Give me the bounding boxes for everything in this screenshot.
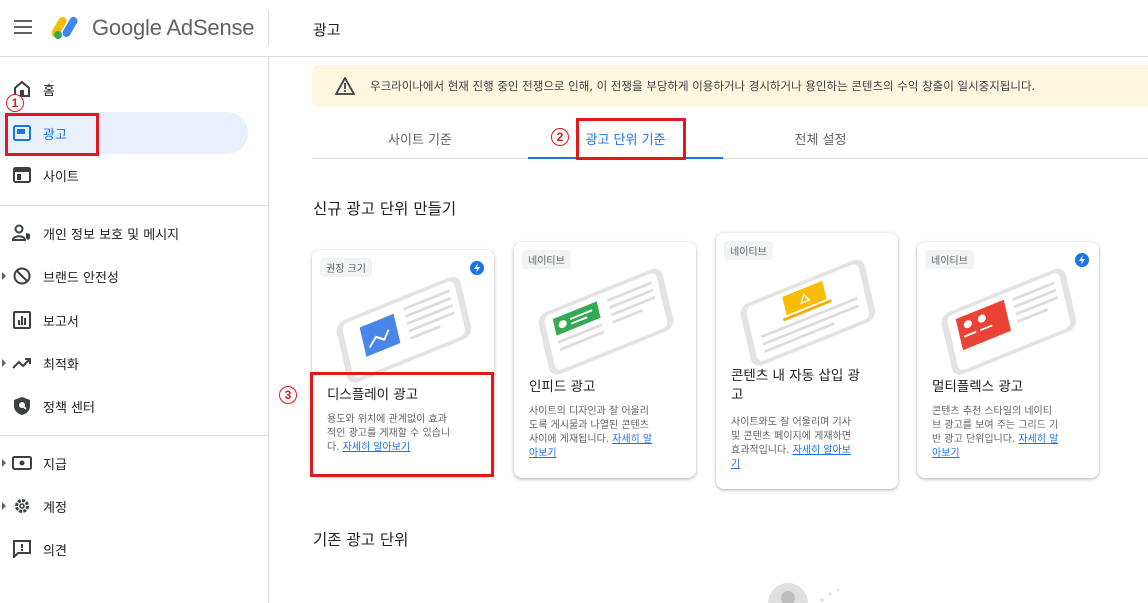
in-article-ads-name: 콘텐츠 내 자동 삽입 광 고 xyxy=(731,367,886,405)
page-title: 광고 xyxy=(313,21,341,39)
expand-caret-icon[interactable] xyxy=(2,272,6,280)
expand-caret-icon[interactable] xyxy=(2,502,6,510)
new-ad-units-title: 신규 광고 단위 만들기 xyxy=(313,200,457,218)
annotation-step-1: 1 xyxy=(6,94,24,112)
sidebar-item-optimization[interactable]: 최적화 xyxy=(0,342,248,384)
sidebar-item-label: 의견 xyxy=(43,543,67,559)
description-line: 브 광고를 보여 주는 그리드 기 xyxy=(932,420,1059,431)
war-content-alert: 우크라이나에서 현재 진행 중인 전쟁으로 인해, 이 전쟁을 부당하게 이용하… xyxy=(312,65,1148,107)
annotation-box-ads-menu xyxy=(5,113,99,156)
sidebar-item-label: 홈 xyxy=(43,83,55,99)
description-line: 사이트와도 잘 어울리며 기사 xyxy=(731,417,851,428)
brand-name: Google AdSense xyxy=(92,15,255,40)
description-line: 및 콘텐츠 페이지에 게재하면 xyxy=(731,431,851,442)
existing-ad-units-title: 기존 광고 단위 xyxy=(313,531,409,549)
learn-more-link-continued[interactable]: 아보기 xyxy=(932,448,960,459)
top-app-bar: Google AdSense 광고 xyxy=(0,0,1148,57)
sidebar-item-payments[interactable]: 지급 xyxy=(0,442,248,484)
annotation-step-3: 3 xyxy=(279,386,297,404)
sidebar-divider xyxy=(0,205,268,206)
shield-icon xyxy=(12,396,32,416)
warning-icon xyxy=(335,77,355,95)
loading-illustration-icon xyxy=(768,583,840,603)
description-line: 도록 게시물과 나열된 콘텐츠 xyxy=(529,420,649,431)
block-icon xyxy=(12,266,32,286)
payments-icon xyxy=(12,453,32,473)
gear-icon xyxy=(12,496,32,516)
sidebar-item-label: 정책 센터 xyxy=(43,400,95,416)
sidebar-item-label: 보고서 xyxy=(43,314,79,330)
learn-more-link[interactable]: 자세히 알 xyxy=(1018,434,1058,445)
sidebar-item-policy-center[interactable]: 정책 센터 xyxy=(0,385,248,427)
learn-more-link-continued[interactable]: 아보기 xyxy=(529,448,557,459)
description-line: 사이트의 디자인과 잘 어울리 xyxy=(529,406,649,417)
sidebar-divider xyxy=(0,435,268,436)
sidebar-item-label: 지급 xyxy=(43,457,67,473)
in-article-ads-description: 사이트와도 잘 어울리며 기사 및 콘텐츠 페이지에 게재하면 효과적입니다. … xyxy=(731,416,886,472)
ads-tabs: 사이트 기준 광고 단위 기준 전체 설정 xyxy=(312,117,1148,159)
sidebar-item-brand-safety[interactable]: 브랜드 안전성 xyxy=(0,255,248,297)
expand-caret-icon[interactable] xyxy=(2,359,6,367)
sites-icon xyxy=(12,165,32,185)
sidebar-item-label: 개인 정보 보호 및 메시지 xyxy=(43,227,180,243)
description-line: 반 광고 단위입니다. xyxy=(932,434,1019,445)
alert-text: 우크라이나에서 현재 진행 중인 전쟁으로 인해, 이 전쟁을 부당하게 이용하… xyxy=(370,79,1036,93)
adsense-logo-icon xyxy=(52,16,78,39)
phone-infeed-illustration-icon xyxy=(538,268,674,375)
menu-icon[interactable] xyxy=(14,20,32,34)
feedback-icon xyxy=(12,539,32,559)
description-line: 사이에 게재됩니다. xyxy=(529,434,613,445)
sidebar-item-feedback[interactable]: 의견 xyxy=(0,528,248,570)
phone-inarticle-illustration-icon xyxy=(740,259,876,366)
learn-more-link[interactable]: 자세히 알아보 xyxy=(793,445,851,456)
in-feed-ads-description: 사이트의 디자인과 잘 어울리 도록 게시물과 나열된 콘텐츠 사이에 게재됩니… xyxy=(529,405,684,461)
in-feed-ads-name: 인피드 광고 xyxy=(529,379,596,395)
name-line: 고 xyxy=(731,387,744,403)
in-feed-ads-card[interactable]: 네이티브 인피드 광고 사이트의 디자인과 잘 어울리 도록 게시물과 나열된 … xyxy=(514,242,696,478)
phone-display-illustration-icon xyxy=(336,276,472,383)
tab-global-settings[interactable]: 전체 설정 xyxy=(723,117,918,159)
expand-caret-icon[interactable] xyxy=(2,459,6,467)
multiplex-ads-description: 콘텐츠 추천 스타일의 네이티 브 광고를 보여 주는 그리드 기 반 광고 단… xyxy=(932,405,1087,461)
sidebar-item-reports[interactable]: 보고서 xyxy=(0,299,248,341)
sidebar-item-privacy[interactable]: 개인 정보 보호 및 메시지 xyxy=(0,212,248,254)
sidebar-item-home[interactable]: 홈 xyxy=(0,68,248,110)
trending-icon xyxy=(12,353,32,373)
annotation-box-display-ads xyxy=(310,372,494,477)
header-divider xyxy=(268,10,269,46)
phone-multiplex-illustration-icon xyxy=(941,268,1077,375)
learn-more-link-continued[interactable]: 기 xyxy=(731,459,740,470)
learn-more-link[interactable]: 자세히 알 xyxy=(612,434,652,445)
annotation-box-ad-unit-tab xyxy=(576,118,686,160)
privacy-icon xyxy=(12,223,32,243)
sidebar-item-sites[interactable]: 사이트 xyxy=(0,154,248,196)
multiplex-ads-card[interactable]: 네이티브 멀티플렉스 광고 콘텐츠 추천 스타일의 네이티 브 광고를 보여 주… xyxy=(917,242,1099,478)
sidebar-item-label: 계정 xyxy=(43,500,67,516)
sidebar-item-label: 사이트 xyxy=(43,169,79,185)
tab-by-site[interactable]: 사이트 기준 xyxy=(312,117,528,159)
sidebar-item-label: 최적화 xyxy=(43,357,79,373)
sidebar-item-label: 브랜드 안전성 xyxy=(43,270,119,286)
description-line: 콘텐츠 추천 스타일의 네이티 xyxy=(932,406,1052,417)
sidebar-item-account[interactable]: 계정 xyxy=(0,485,248,527)
multiplex-ads-name: 멀티플렉스 광고 xyxy=(932,379,1024,395)
in-article-ads-card[interactable]: 네이티브 콘텐츠 내 자동 삽입 광 고 사이트와도 잘 어울리며 기사 및 콘… xyxy=(716,233,898,489)
description-line: 효과적입니다. xyxy=(731,445,793,456)
annotation-step-2: 2 xyxy=(551,128,569,146)
name-line: 콘텐츠 내 자동 삽입 광 xyxy=(731,368,860,384)
reports-icon xyxy=(12,310,32,330)
